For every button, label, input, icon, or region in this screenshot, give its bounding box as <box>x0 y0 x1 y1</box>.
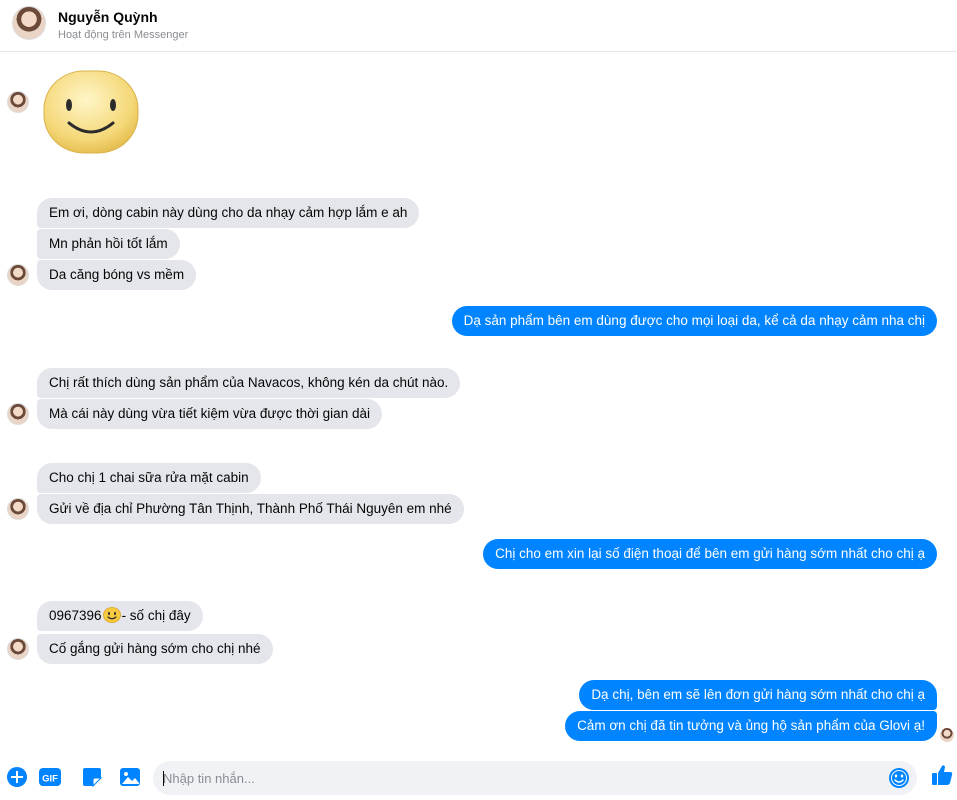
message-input-container[interactable] <box>153 761 917 795</box>
chat-header: Nguyễn Quỳnh Hoạt động trên Messenger <box>0 0 957 52</box>
add-button[interactable] <box>5 765 29 789</box>
message-bubble-incoming[interactable]: 0967396 - số chị đây <box>37 601 203 631</box>
text-caret <box>163 771 164 786</box>
message-bubble-outgoing[interactable]: Dạ chị, bên em sẽ lên đơn gửi hàng sớm n… <box>579 680 937 710</box>
sender-avatar[interactable] <box>7 91 29 113</box>
read-receipt-avatar <box>940 728 954 742</box>
message-bubble-incoming[interactable]: Mà cái này dùng vừa tiết kiệm vừa được t… <box>37 399 382 429</box>
phone-number-text: 0967396 <box>49 608 102 623</box>
contact-avatar[interactable] <box>12 6 46 40</box>
message-bubble-incoming[interactable]: Cố gắng gửi hàng sớm cho chị nhé <box>37 634 273 664</box>
message-text: - số chị đây <box>121 608 191 623</box>
message-bubble-incoming[interactable]: Cho chị 1 chai sữa rửa mặt cabin <box>37 463 261 493</box>
like-button[interactable] <box>930 763 954 787</box>
gif-button[interactable]: GIF <box>38 765 62 789</box>
emoji-icon <box>889 768 909 788</box>
smiley-sticker <box>43 70 139 154</box>
message-composer: GIF <box>0 752 957 800</box>
message-bubble-outgoing[interactable]: Chị cho em xin lại số điện thoại để bên … <box>483 539 937 569</box>
thumbs-up-icon <box>932 765 953 785</box>
emoji-button[interactable] <box>888 767 910 789</box>
sender-avatar[interactable] <box>7 403 29 425</box>
image-icon <box>120 768 140 786</box>
add-icon <box>7 767 27 787</box>
image-button[interactable] <box>118 765 142 789</box>
message-bubble-incoming[interactable]: Gửi về địa chỉ Phường Tân Thịnh, Thành P… <box>37 494 464 524</box>
svg-text:GIF: GIF <box>42 774 58 785</box>
contact-status: Hoạt động trên Messenger <box>58 29 189 41</box>
message-bubble-incoming[interactable]: Da căng bóng vs mềm <box>37 260 197 290</box>
sticker-button[interactable] <box>80 765 104 789</box>
sender-avatar[interactable] <box>7 638 29 660</box>
message-bubble-incoming[interactable]: Mn phản hồi tốt lắm <box>37 229 180 259</box>
message-input[interactable] <box>163 761 883 795</box>
sticker-icon <box>83 768 103 788</box>
message-bubble-outgoing[interactable]: Dạ sản phẩm bên em dùng được cho mọi loạ… <box>451 306 937 336</box>
smiley-emoji-icon <box>102 607 121 623</box>
message-bubble-incoming[interactable]: Chị rất thích dùng sản phẩm của Navacos,… <box>37 368 461 398</box>
contact-name[interactable]: Nguyễn Quỳnh <box>58 9 158 25</box>
gif-icon: GIF <box>39 768 61 786</box>
sender-avatar[interactable] <box>7 264 29 286</box>
message-bubble-incoming[interactable]: Em ơi, dòng cabin này dùng cho da nhạy c… <box>37 198 420 228</box>
message-thread: Em ơi, dòng cabin này dùng cho da nhạy c… <box>0 52 957 752</box>
message-bubble-outgoing[interactable]: Cảm ơn chị đã tin tưởng và ủng hộ sản ph… <box>565 711 937 741</box>
sender-avatar[interactable] <box>7 498 29 520</box>
